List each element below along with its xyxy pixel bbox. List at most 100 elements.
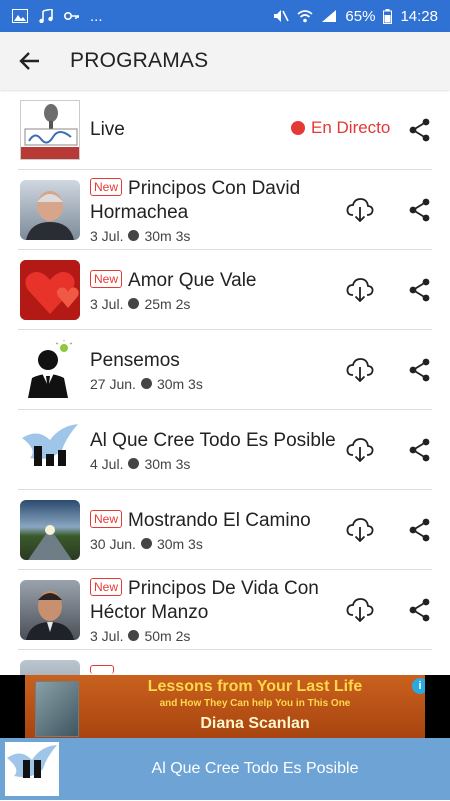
bullet-icon (140, 378, 152, 389)
mute-icon (274, 10, 290, 22)
live-status: En Directo (291, 118, 390, 138)
bullet-icon (128, 298, 140, 309)
program-title: Mostrando El Camino (128, 509, 311, 531)
wifi-icon (297, 10, 313, 23)
new-badge: New (90, 269, 123, 288)
program-duration: 25m 2s (144, 295, 191, 312)
book-cover-image (35, 681, 79, 737)
program-info: New Amor Que Vale 3 Jul. 25m 2s (90, 250, 350, 330)
back-arrow-icon (19, 52, 39, 70)
person-photo-icon (26, 591, 74, 640)
list-item[interactable]: New Amor Que Vale 3 Jul. 25m 2s (18, 250, 432, 330)
program-thumbnail (20, 420, 80, 480)
status-bar: ... 65% 14:28 (0, 0, 450, 32)
person-photo-icon (26, 191, 74, 240)
share-icon[interactable] (408, 278, 432, 302)
program-list: Live En Directo New Principos Con David H… (0, 90, 450, 675)
ad-content[interactable]: Lessons from Your Last Life and How They… (25, 675, 425, 738)
program-thumbnail (20, 580, 80, 640)
list-item[interactable] (18, 650, 432, 675)
program-title: Pensemos (90, 349, 180, 371)
program-info: New Principos Con David Hormachea 3 Jul. 3… (90, 170, 350, 250)
program-info: Al Que Cree Todo Es Posible 4 Jul. 30m 3s (90, 410, 350, 490)
battery-percent: 65% (345, 7, 376, 25)
program-duration: 30m 3s (156, 375, 203, 392)
program-date: 3 Jul. (90, 627, 124, 644)
program-date: 30 Jun. (90, 535, 136, 552)
list-item[interactable]: New Mostrando El Camino 30 Jun. 30m 3s (18, 490, 432, 570)
share-icon[interactable] (408, 358, 432, 382)
thinking-person-icon (28, 340, 73, 398)
list-item[interactable]: Pensemos 27 Jun. 30m 3s (18, 330, 432, 410)
back-button[interactable] (0, 32, 60, 90)
mini-player[interactable]: Al Que Cree Todo Es Posible (0, 738, 450, 800)
program-title: Amor Que Vale (128, 269, 257, 291)
download-cloud-icon[interactable] (346, 597, 374, 623)
share-icon[interactable] (408, 118, 432, 142)
program-title: Al Que Cree Todo Es Posible (90, 429, 336, 451)
program-date: 27 Jun. (90, 375, 136, 392)
program-thumbnail (20, 180, 80, 240)
program-duration: 30m 3s (144, 227, 191, 244)
pause-icon[interactable] (5, 742, 59, 796)
download-cloud-icon[interactable] (346, 437, 374, 463)
live-thumbnail (20, 100, 80, 160)
program-info (90, 650, 350, 675)
clock: 14:28 (400, 7, 438, 25)
share-icon[interactable] (408, 598, 432, 622)
now-playing-title: Al Que Cree Todo Es Posible (151, 760, 359, 777)
share-icon[interactable] (408, 438, 432, 462)
image-icon (12, 9, 28, 23)
new-badge: New (90, 509, 123, 528)
music-icon (39, 9, 53, 23)
list-item[interactable]: New Principos De Vida Con Héctor Manzo 3 … (18, 570, 432, 650)
live-dot-icon (291, 121, 305, 135)
hearts-icon (20, 260, 80, 320)
bullet-icon (128, 630, 140, 641)
new-badge: New (90, 577, 123, 596)
download-cloud-icon[interactable] (346, 197, 374, 223)
ad-headline: Lessons from Your Last Life (147, 678, 363, 695)
download-cloud-icon[interactable] (346, 357, 374, 383)
key-icon (64, 12, 79, 20)
download-cloud-icon[interactable] (346, 517, 374, 543)
program-info: New Principos De Vida Con Héctor Manzo 3 … (90, 570, 350, 650)
download-cloud-icon[interactable] (346, 277, 374, 303)
ad-subline: and How They Can help You in This One (159, 698, 351, 709)
battery-icon (383, 8, 393, 24)
program-title: Principos De Vida Con Héctor Manzo (90, 577, 319, 623)
ad-info-icon[interactable]: i (412, 678, 425, 694)
program-info: New Mostrando El Camino 30 Jun. 30m 3s (90, 490, 350, 570)
program-info: Pensemos 27 Jun. 30m 3s (90, 330, 350, 410)
program-date: 4 Jul. (90, 455, 124, 472)
program-date: 3 Jul. (90, 295, 124, 312)
road-landscape-icon (28, 525, 72, 560)
list-item[interactable]: Al Que Cree Todo Es Posible 4 Jul. 30m 3s (18, 410, 432, 490)
player-thumbnail[interactable] (5, 742, 59, 796)
share-icon[interactable] (408, 198, 432, 222)
app-bar: PROGRAMAS (0, 32, 450, 90)
bullet-icon (140, 538, 152, 549)
dove-bars-icon (22, 424, 78, 466)
program-thumbnail (20, 340, 80, 400)
live-row[interactable]: Live En Directo (18, 90, 432, 170)
list-item[interactable]: New Principos Con David Hormachea 3 Jul. 3… (18, 170, 432, 250)
ad-author: Diana Scanlan (200, 715, 310, 732)
share-icon[interactable] (408, 518, 432, 542)
program-duration: 30m 3s (144, 455, 191, 472)
program-thumbnail (20, 260, 80, 320)
program-duration: 30m 3s (156, 535, 203, 552)
bullet-icon (128, 458, 140, 469)
program-date: 3 Jul. (90, 227, 124, 244)
signal-icon (322, 10, 337, 22)
status-ellipsis: ... (90, 7, 103, 25)
program-thumbnail (20, 500, 80, 560)
page-title: PROGRAMAS (70, 49, 209, 72)
live-status-label: En Directo (311, 118, 391, 137)
new-badge: New (90, 177, 123, 196)
program-thumbnail (20, 660, 80, 675)
bullet-icon (128, 230, 140, 241)
ad-banner[interactable]: Lessons from Your Last Life and How They… (0, 675, 450, 738)
program-duration: 50m 2s (144, 627, 191, 644)
new-badge (90, 665, 114, 674)
